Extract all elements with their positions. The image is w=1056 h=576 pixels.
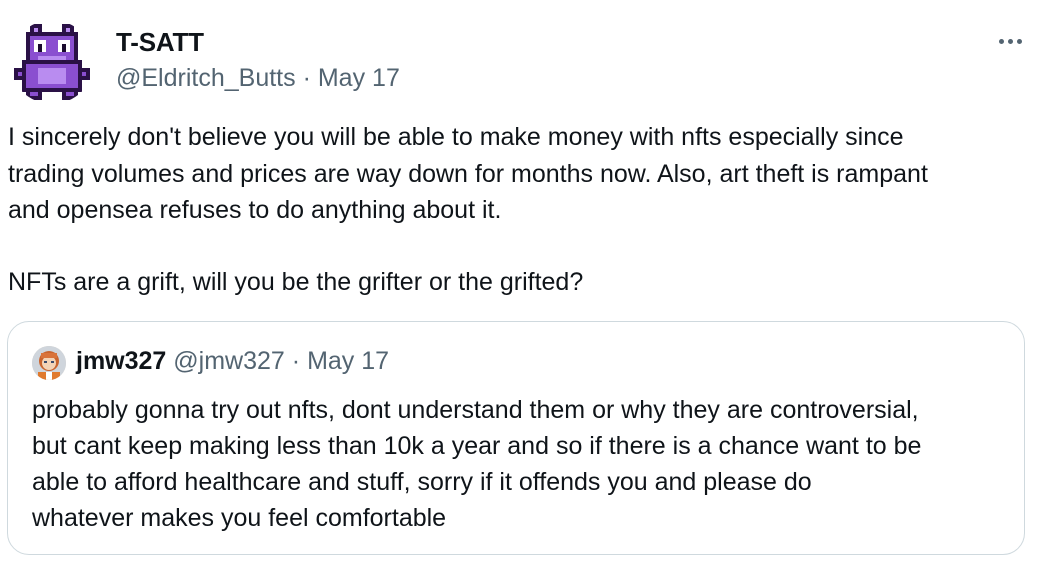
meta-separator: · — [291, 347, 301, 375]
quoted-text-line: able to afford healthcare and stuff, sor… — [32, 468, 812, 496]
tweet-text-line: and opensea refuses to do anything about… — [8, 196, 502, 224]
tweet-text: I sincerely don't believe you will be ab… — [8, 119, 1038, 300]
user-handle[interactable]: @Eldritch_Butts — [116, 64, 296, 92]
anime-avatar-image — [32, 346, 66, 380]
quoted-text-line: probably gonna try out nfts, dont unders… — [32, 396, 919, 424]
user-avatar[interactable] — [10, 20, 94, 104]
tweet-text-line: NFTs are a grift, will you be the grifte… — [8, 267, 584, 296]
tweet-date[interactable]: May 17 — [318, 64, 400, 92]
tweet-text-line: trading volumes and prices are way down … — [8, 159, 928, 188]
more-horizontal-icon — [998, 38, 1004, 44]
pixel-creature-avatar-image — [14, 24, 90, 100]
quoted-tweet-date[interactable]: May 17 — [307, 347, 389, 375]
quoted-tweet-header: jmw327 @jmw327 · May 17 — [76, 347, 389, 376]
quoted-tweet-card[interactable]: jmw327 @jmw327 · May 17 probably gonna t… — [7, 321, 1025, 555]
display-name[interactable]: T-SATT — [116, 27, 204, 58]
tweet: T-SATT @Eldritch_Butts · May 17 I sincer… — [0, 0, 1056, 576]
tweet-meta: @Eldritch_Butts · May 17 — [116, 64, 400, 93]
more-horizontal-icon — [1007, 38, 1013, 44]
quoted-text-line: whatever makes you feel comfortable — [32, 504, 447, 532]
quoted-user-avatar[interactable] — [32, 346, 66, 380]
meta-separator: · — [302, 64, 311, 92]
quoted-tweet-text: probably gonna try out nfts, dont unders… — [32, 392, 1017, 536]
more-options-button[interactable] — [990, 26, 1030, 56]
more-horizontal-icon — [1016, 38, 1022, 44]
quoted-user-handle[interactable]: @jmw327 — [173, 347, 285, 375]
quoted-display-name[interactable]: jmw327 — [76, 347, 166, 375]
tweet-text-line: I sincerely don't believe you will be ab… — [8, 123, 904, 151]
quoted-text-line: but cant keep making less than 10k a yea… — [32, 432, 922, 460]
